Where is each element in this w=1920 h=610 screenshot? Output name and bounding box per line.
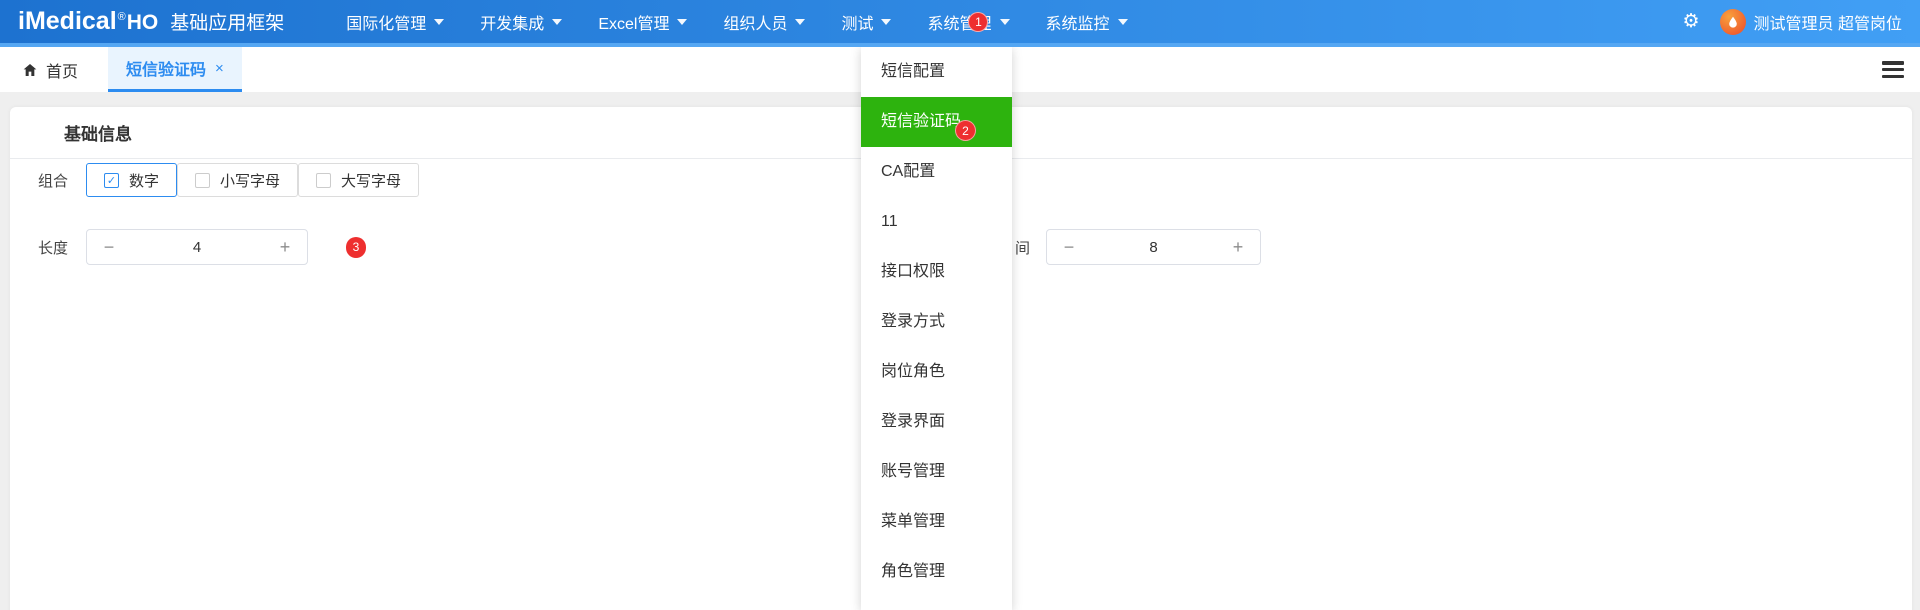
checkbox-label: 小写字母 (220, 172, 281, 190)
notification-badge: 2 (955, 120, 976, 141)
dropdown-item-ca-config[interactable]: CA配置 (861, 147, 1012, 197)
dropdown-item-label: 岗位角色 (881, 363, 946, 380)
dropdown-item-label: 登录界面 (881, 413, 946, 430)
plus-icon[interactable]: + (1216, 237, 1260, 258)
menu-dev-integration[interactable]: 开发集成 (480, 10, 563, 34)
combo-row: 组合 ✓ 数字 小写字母 大写字母 (38, 163, 420, 197)
tab-home[interactable]: 首页 (0, 47, 100, 92)
dropdown-item-sms-config[interactable]: 短信配置 (861, 47, 1012, 97)
dropdown-item-login-method[interactable]: 登录方式 (861, 297, 1012, 347)
menu-excel[interactable]: Excel管理 (598, 10, 688, 34)
logo-ho: HO (126, 11, 159, 34)
checkbox-uppercase[interactable]: 大写字母 (298, 163, 420, 197)
tab-label: 短信验证码 (126, 62, 207, 79)
length-value[interactable]: 4 (131, 239, 263, 256)
home-icon (23, 63, 37, 76)
valid-time-row: 间 − 8 + (1015, 229, 1262, 265)
home-label: 首页 (46, 63, 79, 81)
caret-down-icon (552, 18, 563, 25)
logo-brand: iMedical (18, 7, 117, 35)
menu-system-monitor[interactable]: 系统监控 (1046, 10, 1128, 34)
menu-label: 国际化管理 (346, 15, 427, 33)
app-logo[interactable]: iMedical ® HO 基础应用框架 (18, 7, 284, 36)
main-menu: 国际化管理 开发集成 Excel管理 组织人员 测试 系统管理 1 系统监控 (346, 10, 1128, 34)
caret-down-icon (677, 18, 688, 25)
dropdown-item-post-role[interactable]: 岗位角色 (861, 347, 1012, 397)
tab-sms-captcha[interactable]: 短信验证码 × (108, 47, 242, 92)
checkbox-checked-icon[interactable]: ✓ (104, 172, 120, 188)
checkbox-lowercase[interactable]: 小写字母 (177, 163, 299, 197)
caret-down-icon (881, 18, 892, 25)
menu-i18n[interactable]: 国际化管理 (346, 10, 445, 34)
length-row: 长度 − 4 + 3 (38, 229, 367, 265)
length-label: 长度 (38, 239, 69, 257)
top-navbar: iMedical ® HO 基础应用框架 国际化管理 开发集成 Excel管理 … (0, 0, 1920, 47)
count-badge: 3 (346, 236, 367, 258)
plus-icon[interactable]: + (263, 237, 307, 258)
dropdown-item-label: 菜单管理 (881, 513, 946, 530)
dropdown-item-sms-captcha[interactable]: 短信验证码 2 (861, 97, 1012, 147)
menu-org-personnel[interactable]: 组织人员 (723, 10, 806, 34)
dropdown-item-label: 接口权限 (881, 263, 946, 280)
dropdown-item-menu-management[interactable]: 菜单管理 (861, 497, 1012, 547)
menu-label: 组织人员 (723, 15, 788, 33)
notification-badge: 1 (968, 11, 989, 32)
caret-down-icon (1117, 18, 1128, 25)
checkbox-digits[interactable]: ✓ 数字 (86, 163, 178, 197)
checkbox-unchecked-icon[interactable] (316, 172, 332, 188)
close-icon[interactable]: × (215, 60, 224, 77)
user-menu[interactable]: 测试管理员 超管岗位 (1719, 8, 1902, 35)
dropdown-item-api-permission[interactable]: 接口权限 (861, 247, 1012, 297)
valid-time-label: 间 (1015, 239, 1031, 257)
menu-label: Excel管理 (598, 15, 670, 33)
valid-time-value[interactable]: 8 (1091, 239, 1216, 256)
gear-icon[interactable]: ⚙ (1683, 12, 1700, 31)
dropdown-item-label: 短信验证码 (881, 113, 962, 130)
length-stepper: − 4 + (86, 229, 309, 265)
system-management-dropdown: 短信配置 短信验证码 2 CA配置 11 接口权限 登录方式 岗位角色 登录界面… (861, 47, 1012, 610)
dropdown-item-label: 角色管理 (881, 563, 946, 580)
checkbox-label: 数字 (129, 172, 160, 190)
hamburger-menu-icon[interactable] (1882, 61, 1904, 78)
dropdown-item-label: 短信配置 (881, 63, 946, 80)
navbar-right: ⚙ 测试管理员 超管岗位 (1683, 8, 1902, 35)
dropdown-item-login-ui[interactable]: 登录界面 (861, 397, 1012, 447)
menu-label: 系统监控 (1045, 15, 1110, 33)
valid-time-stepper: − 8 + (1046, 229, 1262, 265)
checkbox-label: 大写字母 (341, 172, 402, 190)
menu-label: 开发集成 (480, 15, 545, 33)
dropdown-item-label: 账号管理 (881, 463, 946, 480)
avatar (1719, 8, 1746, 35)
user-name: 测试管理员 超管岗位 (1753, 15, 1902, 33)
combo-label: 组合 (38, 172, 69, 190)
menu-test[interactable]: 测试 (841, 10, 892, 34)
minus-icon[interactable]: − (1047, 237, 1091, 258)
caret-down-icon (795, 18, 806, 25)
caret-down-icon (434, 18, 445, 25)
checkbox-unchecked-icon[interactable] (195, 172, 211, 188)
dropdown-item-11[interactable]: 11 (861, 197, 1012, 247)
minus-icon[interactable]: − (87, 237, 131, 258)
flame-icon (1728, 16, 1737, 28)
app-title: 基础应用框架 (170, 13, 285, 34)
dropdown-item-label: 登录方式 (881, 313, 946, 330)
dropdown-item-label: 11 (881, 213, 898, 230)
menu-label: 测试 (841, 15, 874, 33)
dropdown-item-label: CA配置 (881, 163, 936, 180)
registered-mark: ® (117, 11, 126, 23)
dropdown-item-role-management[interactable]: 角色管理 (861, 547, 1012, 597)
caret-down-icon (999, 18, 1010, 25)
dropdown-item-account-management[interactable]: 账号管理 (861, 447, 1012, 497)
menu-system-management[interactable]: 系统管理 1 (927, 10, 1010, 34)
